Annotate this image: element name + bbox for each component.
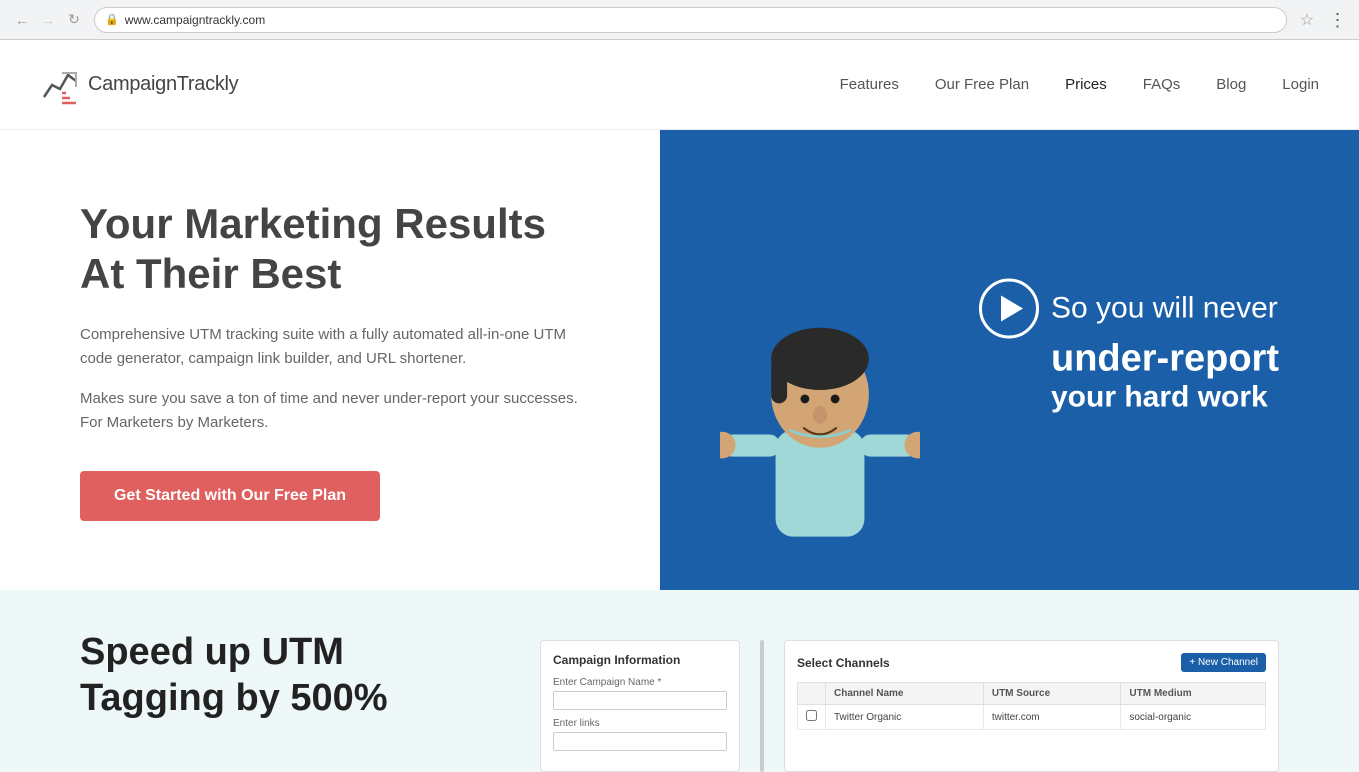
section-2-left: Speed up UTM Tagging by 500% (80, 630, 460, 721)
channels-panel: Select Channels + New Channel Channel Na… (784, 640, 1279, 772)
channels-header: Select Channels + New Channel (797, 653, 1266, 672)
logo-icon (40, 65, 80, 105)
new-channel-button[interactable]: + New Channel (1181, 653, 1266, 672)
hero-section: Your Marketing Results At Their Best Com… (0, 130, 1359, 590)
campaign-info-panel: Campaign Information Enter Campaign Name… (540, 640, 740, 772)
channels-table: Channel Name UTM Source UTM Medium Twitt… (797, 682, 1266, 730)
campaign-name-input[interactable] (553, 691, 727, 710)
lock-icon: 🔒 (105, 13, 119, 26)
campaign-panel-heading: Campaign Information (553, 653, 727, 667)
nav-login[interactable]: Login (1282, 76, 1319, 93)
hero-description-1: Comprehensive UTM tracking suite with a … (80, 323, 600, 371)
hero-description-2: Makes sure you save a ton of time and ne… (80, 387, 600, 435)
row-utm-medium: social-organic (1121, 705, 1266, 730)
nav-features[interactable]: Features (840, 76, 899, 93)
campaign-name-label: Enter Campaign Name * (553, 677, 727, 688)
navbar: CampaignTrackly Features Our Free Plan P… (0, 40, 1359, 130)
nav-links: Features Our Free Plan Prices FAQs Blog … (840, 76, 1319, 93)
site-wrapper: CampaignTrackly Features Our Free Plan P… (0, 40, 1359, 772)
row-checkbox[interactable] (798, 705, 826, 730)
bookmark-button[interactable]: ☆ (1297, 10, 1317, 30)
nav-free-plan[interactable]: Our Free Plan (935, 76, 1029, 93)
col-checkbox (798, 683, 826, 705)
section-2-title: Speed up UTM Tagging by 500% (80, 630, 460, 721)
nav-faqs[interactable]: FAQs (1143, 76, 1181, 93)
hero-title: Your Marketing Results At Their Best (80, 199, 600, 300)
forward-button[interactable]: → (38, 10, 58, 30)
col-channel-name: Channel Name (826, 683, 984, 705)
video-text-line2: under-report (1051, 339, 1279, 381)
video-area[interactable]: So you will never under-report your hard… (660, 130, 1359, 590)
nav-prices[interactable]: Prices (1065, 76, 1107, 93)
channels-heading: Select Channels (797, 656, 890, 670)
table-header-row: Channel Name UTM Source UTM Medium (798, 683, 1266, 705)
address-bar[interactable]: 🔒 www.campaigntrackly.com (94, 7, 1287, 33)
back-button[interactable]: ← (12, 10, 32, 30)
table-row: Twitter Organic twitter.com social-organ… (798, 705, 1266, 730)
video-text-line3: your hard work (1051, 380, 1279, 414)
section-2-right: Campaign Information Enter Campaign Name… (540, 630, 1279, 772)
col-utm-source: UTM Source (983, 683, 1121, 705)
hero-left: Your Marketing Results At Their Best Com… (0, 130, 660, 590)
cta-button[interactable]: Get Started with Our Free Plan (80, 471, 380, 521)
play-button[interactable] (979, 279, 1039, 339)
video-text-line1: So you will never (1051, 292, 1278, 326)
row-channel-name: Twitter Organic (826, 705, 984, 730)
enter-links-input[interactable] (553, 732, 727, 751)
browser-menu-button[interactable]: ⋮ (1327, 10, 1347, 30)
section-2: Speed up UTM Tagging by 500% Campaign In… (0, 590, 1359, 772)
row-utm-source: twitter.com (983, 705, 1121, 730)
logo-text: CampaignTrackly (88, 73, 238, 96)
url-text: www.campaigntrackly.com (125, 13, 265, 27)
browser-nav-buttons: ← → ↻ (12, 10, 84, 30)
panel-divider (760, 640, 764, 772)
video-line1: So you will never (979, 279, 1279, 339)
hero-right: So you will never under-report your hard… (660, 130, 1359, 590)
browser-chrome: ← → ↻ 🔒 www.campaigntrackly.com ☆ ⋮ (0, 0, 1359, 40)
character-illustration (720, 270, 920, 590)
enter-links-field: Enter links (553, 718, 727, 751)
enter-links-label: Enter links (553, 718, 727, 729)
campaign-name-field: Enter Campaign Name * (553, 677, 727, 710)
logo-link[interactable]: CampaignTrackly (40, 65, 238, 105)
refresh-button[interactable]: ↻ (64, 10, 84, 30)
col-utm-medium: UTM Medium (1121, 683, 1266, 705)
nav-blog[interactable]: Blog (1216, 76, 1246, 93)
video-overlay-text: So you will never under-report your hard… (979, 279, 1279, 415)
